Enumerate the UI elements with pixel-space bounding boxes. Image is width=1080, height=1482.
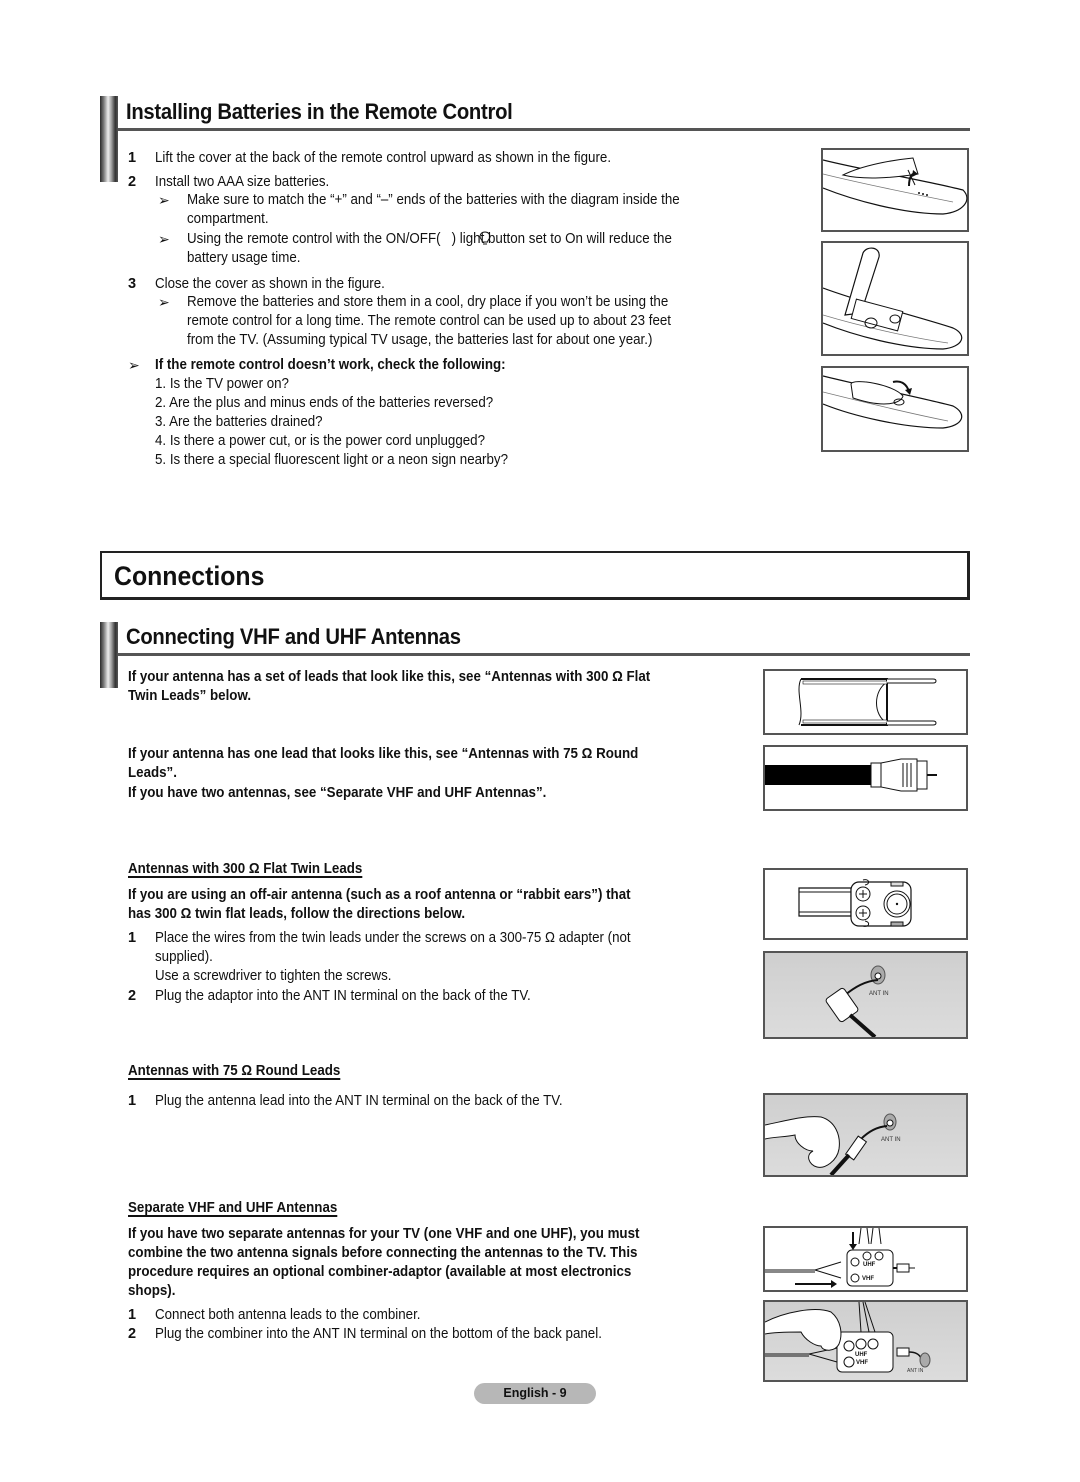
troubleshoot-item: 1. Is the TV power on? — [155, 376, 289, 392]
figure-round-lead-ant-in: ANT IN — [763, 1093, 968, 1177]
figure-round-lead — [763, 745, 968, 811]
step-number: 1 — [128, 1093, 137, 1109]
step-text: Place the wires from the twin leads unde… — [155, 930, 631, 946]
step-text: supplied). — [155, 949, 213, 965]
intro-text: If your antenna has one lead that looks … — [128, 746, 639, 762]
section-heading-batteries: Installing Batteries in the Remote Contr… — [126, 99, 513, 124]
note-text: remote control for a long time. The remo… — [187, 313, 671, 329]
note-text: from the TV. (Assuming typical TV usage,… — [187, 332, 653, 348]
troubleshoot-item: 4. Is there a power cut, or is the power… — [155, 433, 485, 449]
heading-rule — [118, 653, 970, 656]
note-arrow-icon: ➢ — [158, 231, 170, 247]
chapter-title-box: Connections — [100, 551, 970, 600]
subsection-heading-round: Antennas with 75 Ω Round Leads — [128, 1063, 341, 1079]
step-number: 2 — [128, 174, 137, 190]
vhf-label: VHF — [856, 1360, 868, 1366]
troubleshoot-item: 2. Are the plus and minus ends of the ba… — [155, 395, 494, 411]
step-number: 1 — [128, 930, 137, 946]
subsection-intro: combine the two antenna signals before c… — [128, 1245, 638, 1261]
subsection-intro: If you have two separate antennas for yo… — [128, 1226, 640, 1242]
troubleshoot-heading: If the remote control doesn’t work, chec… — [155, 357, 506, 373]
figure-combiner-ant-in: UHF VHF ANT IN — [763, 1300, 968, 1382]
chapter-title: Connections — [114, 561, 265, 591]
subsection-heading-flat-twin: Antennas with 300 Ω Flat Twin Leads — [128, 861, 363, 877]
step-number: 2 — [128, 1326, 137, 1342]
subsection-heading-separate: Separate VHF and UHF Antennas — [128, 1200, 338, 1216]
figure-remote-close-cover — [821, 366, 969, 452]
note-arrow-icon: ➢ — [158, 192, 170, 208]
step-text: Use a screwdriver to tighten the screws. — [155, 968, 392, 984]
subsection-intro: procedure requires an optional combiner-… — [128, 1264, 632, 1280]
note-text: Make sure to match the “+” and “–” ends … — [187, 192, 680, 208]
uhf-label: UHF — [855, 1352, 868, 1358]
ant-in-label: ANT IN — [881, 1137, 901, 1143]
subsection-intro: If you are using an off-air antenna (suc… — [128, 887, 631, 903]
step-text: Connect both antenna leads to the combin… — [155, 1307, 421, 1323]
step-number: 2 — [128, 988, 137, 1004]
figure-adapter-ant-in: ANT IN — [763, 951, 968, 1039]
note-text: battery usage time. — [187, 250, 301, 266]
step-text: Close the cover as shown in the figure. — [155, 276, 385, 292]
intro-text: Twin Leads” below. — [128, 688, 252, 704]
lightbulb-icon — [479, 231, 491, 247]
intro-text: If you have two antennas, see “Separate … — [128, 785, 547, 801]
figure-300-75-adapter — [763, 868, 968, 940]
figure-remote-install-batteries — [821, 241, 969, 356]
troubleshoot-item: 5. Is there a special fluorescent light … — [155, 452, 508, 468]
note-arrow-icon: ➢ — [158, 294, 170, 310]
section-accent-bar — [100, 622, 118, 688]
page-number-badge: English - 9 — [474, 1383, 596, 1404]
heading-rule — [118, 128, 970, 131]
subsection-intro: shops). — [128, 1283, 176, 1299]
vhf-label: VHF — [862, 1276, 874, 1282]
step-number: 3 — [128, 276, 137, 292]
ant-in-label: ANT IN — [907, 1368, 924, 1374]
subsection-intro: has 300 Ω twin flat leads, follow the di… — [128, 906, 466, 922]
section-accent-bar — [100, 96, 118, 182]
step-number: 1 — [128, 1307, 137, 1323]
uhf-label: UHF — [863, 1262, 876, 1268]
figure-remote-open-cover — [821, 148, 969, 232]
step-text: Plug the adaptor into the ANT IN termina… — [155, 988, 531, 1004]
figure-combiner: UHF VHF — [763, 1226, 968, 1292]
note-text: compartment. — [187, 211, 269, 227]
section-heading-antennas: Connecting VHF and UHF Antennas — [126, 624, 461, 649]
step-number: 1 — [128, 150, 137, 166]
step-text: Install two AAA size batteries. — [155, 174, 330, 190]
ant-in-label: ANT IN — [869, 991, 889, 997]
step-text: Plug the combiner into the ANT IN termin… — [155, 1326, 602, 1342]
note-text: Using the remote control with the ON/OFF… — [187, 231, 672, 247]
troubleshoot-item: 3. Are the batteries drained? — [155, 414, 323, 430]
note-arrow-icon: ➢ — [128, 357, 140, 373]
intro-text: Leads”. — [128, 765, 177, 781]
figure-flat-twin-lead — [763, 669, 968, 735]
step-text: Lift the cover at the back of the remote… — [155, 150, 612, 166]
note-text: Remove the batteries and store them in a… — [187, 294, 669, 310]
intro-text: If your antenna has a set of leads that … — [128, 669, 651, 685]
step-text: Plug the antenna lead into the ANT IN te… — [155, 1093, 563, 1109]
